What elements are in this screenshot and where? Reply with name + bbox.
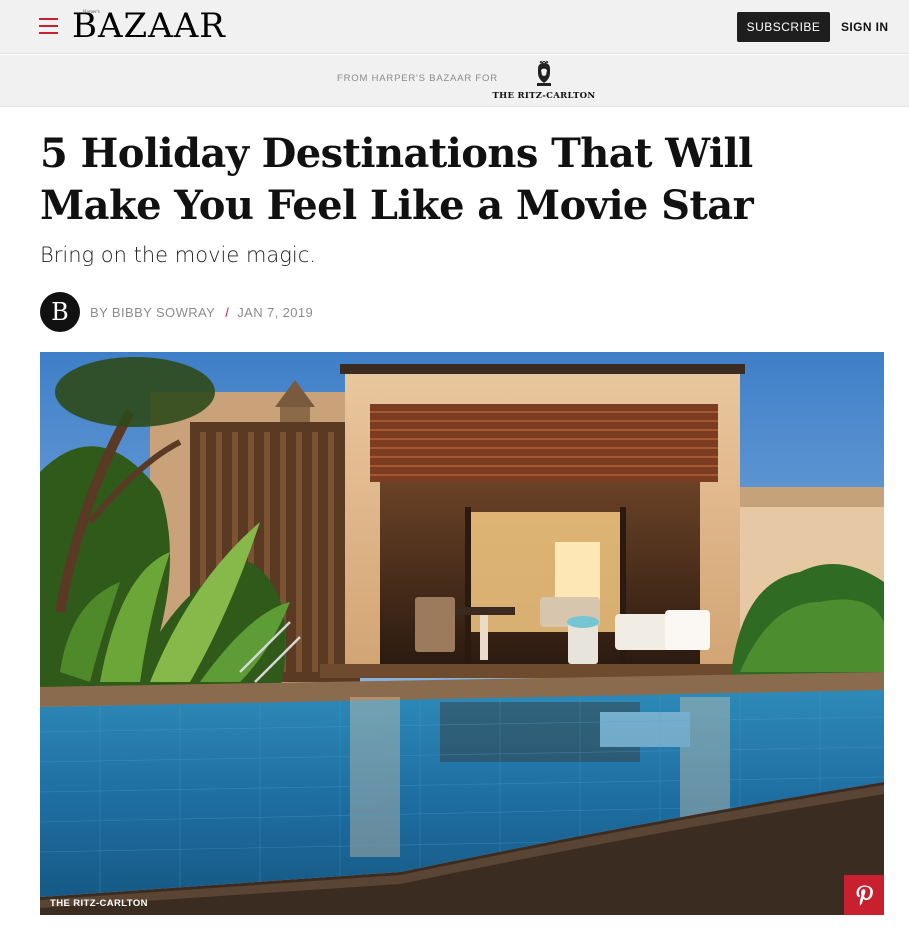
author-avatar[interactable]: B (40, 292, 80, 332)
logo-superscript: Harper's (83, 10, 100, 15)
subscribe-button[interactable]: SUBSCRIBE (737, 12, 830, 42)
lion-crest-icon (537, 61, 551, 86)
article-title: 5 Holiday Destinations That Will Make Yo… (40, 130, 754, 229)
sign-in-link[interactable]: SIGN IN (841, 12, 888, 42)
sponsor-bar: FROM HARPER'S BAZAAR FOR THE RITZ-CARLTO… (0, 55, 909, 107)
pinterest-button[interactable] (844, 875, 884, 915)
pinterest-icon (856, 885, 873, 906)
byline: BY BIBBY SOWRAY / JAN 7, 2019 (90, 305, 313, 320)
site-header: BAZAAR Harper's SUBSCRIBE SIGN IN (0, 0, 909, 54)
author-name[interactable]: BY BIBBY SOWRAY (90, 305, 215, 320)
sponsor-logo[interactable]: THE RITZ-CARLTON (490, 59, 598, 105)
hero-image: THE RITZ-CARLTON (40, 352, 884, 915)
sponsor-brand-name: THE RITZ-CARLTON (492, 91, 596, 101)
hamburger-icon[interactable] (39, 18, 58, 34)
byline-separator: / (225, 305, 230, 320)
villa-pool-illustration (40, 352, 884, 915)
publish-date: JAN 7, 2019 (237, 305, 314, 320)
image-credit: THE RITZ-CARLTON (50, 898, 148, 909)
sponsor-label: FROM HARPER'S BAZAAR FOR (337, 73, 498, 84)
article-dek: Bring on the movie magic. (40, 243, 316, 267)
